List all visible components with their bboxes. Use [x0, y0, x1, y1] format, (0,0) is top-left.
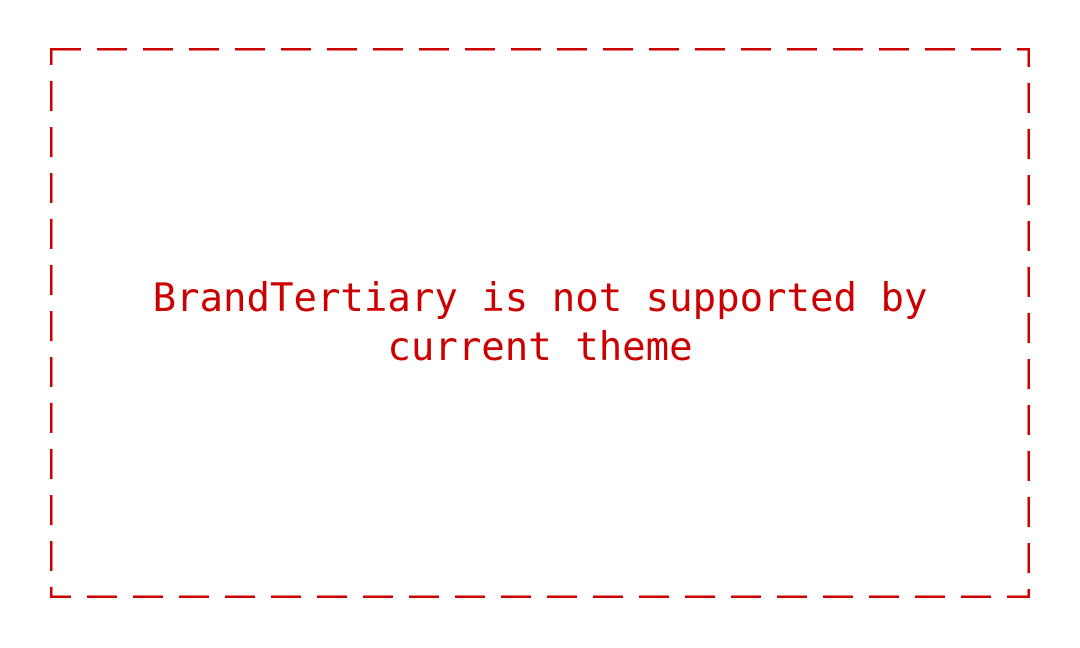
- unsupported-theme-message: BrandTertiary is not supported by curren…: [152, 276, 928, 370]
- theme-error-placeholder: BrandTertiary is not supported by curren…: [0, 0, 1080, 648]
- dashed-border-frame: BrandTertiary is not supported by curren…: [50, 48, 1030, 598]
